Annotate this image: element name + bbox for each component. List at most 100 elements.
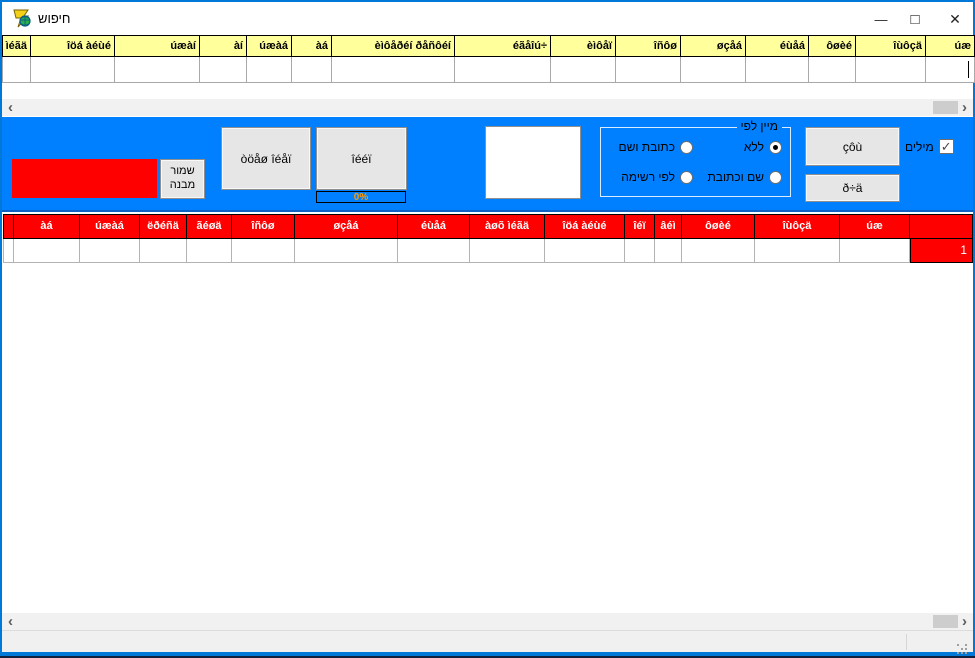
- search-cell[interactable]: [292, 57, 332, 83]
- result-cell[interactable]: [755, 239, 840, 263]
- search-cell-active[interactable]: [926, 57, 975, 83]
- search-cell[interactable]: [455, 57, 551, 83]
- results-grid-data-row: 1: [3, 239, 973, 263]
- window-title: חיפוש: [38, 11, 71, 26]
- scroll-right-icon[interactable]: ›: [956, 99, 973, 116]
- resize-grip[interactable]: [957, 644, 959, 646]
- column-header-lastname[interactable]: îùôçä: [856, 35, 926, 57]
- column-header-father[interactable]: àá: [292, 35, 332, 57]
- result-header-gender[interactable]: îéï: [625, 214, 655, 239]
- column-header-city[interactable]: éùåá: [746, 35, 809, 57]
- top-scrollbar-thumb[interactable]: [933, 101, 958, 114]
- search-cell[interactable]: [247, 57, 292, 83]
- column-header-father-id[interactable]: úæàá: [247, 35, 292, 57]
- result-cell[interactable]: [80, 239, 140, 263]
- radio-option-by-list[interactable]: לפי רשימה: [621, 170, 693, 184]
- result-count-cell: 1: [910, 239, 973, 263]
- maximize-icon[interactable]: □: [898, 7, 932, 31]
- column-header-phone[interactable]: èìôåï: [551, 35, 616, 57]
- radio-label: שם וכתובת: [707, 170, 764, 184]
- result-header-marital[interactable]: îöá àéùé: [545, 214, 625, 239]
- title-bar: חיפוש — □ ✕: [2, 2, 973, 33]
- search-cell[interactable]: [551, 57, 616, 83]
- result-cell[interactable]: [625, 239, 655, 263]
- result-header-lastname[interactable]: îùôçä: [755, 214, 840, 239]
- column-header-firstname[interactable]: ôøèé: [809, 35, 856, 57]
- result-cell[interactable]: [840, 239, 910, 263]
- result-cell[interactable]: [14, 239, 80, 263]
- result-cell[interactable]: [140, 239, 187, 263]
- radio-option-address-name[interactable]: כתובת ושם: [618, 140, 693, 154]
- radio-label: ללא: [743, 140, 764, 154]
- result-cell[interactable]: [187, 239, 232, 263]
- search-cell[interactable]: [616, 57, 681, 83]
- bottom-scrollbar[interactable]: ‹ ›: [2, 613, 973, 630]
- result-header-number[interactable]: îñôø: [232, 214, 295, 239]
- result-cell[interactable]: [655, 239, 682, 263]
- column-header-id[interactable]: úæ: [926, 35, 975, 57]
- column-header-mother[interactable]: àí: [200, 35, 247, 57]
- save-structure-button[interactable]: שמור מבנה: [160, 159, 205, 199]
- search-cell[interactable]: [2, 57, 31, 83]
- radio-option-none[interactable]: ללא: [744, 140, 782, 154]
- search-cell[interactable]: [681, 57, 746, 83]
- result-header-street[interactable]: øçåá: [295, 214, 398, 239]
- checkbox-icon[interactable]: ✓: [938, 139, 954, 154]
- clear-button[interactable]: ð÷ä: [805, 174, 900, 202]
- stop-sort-button[interactable]: òöåø îéåï: [221, 127, 311, 190]
- result-header-rowmarker[interactable]: [3, 214, 14, 239]
- result-cell[interactable]: [3, 239, 14, 263]
- result-header-apartment[interactable]: ãéøä: [187, 214, 232, 239]
- column-header-marital[interactable]: îöá àéùé: [31, 35, 115, 57]
- search-cell[interactable]: [31, 57, 115, 83]
- result-cell[interactable]: [682, 239, 755, 263]
- result-header-birth-country[interactable]: àøõ ìéãä: [470, 214, 545, 239]
- scroll-left-icon[interactable]: ‹: [2, 613, 19, 630]
- result-cell[interactable]: [398, 239, 470, 263]
- result-header-father[interactable]: àá: [14, 214, 80, 239]
- column-header-prefix[interactable]: éãåîú÷: [455, 35, 551, 57]
- search-cell[interactable]: [115, 57, 200, 83]
- bottom-scrollbar-thumb[interactable]: [933, 615, 958, 628]
- search-cell[interactable]: [332, 57, 455, 83]
- search-button[interactable]: çôù: [805, 127, 900, 166]
- sort-button[interactable]: îééï: [316, 127, 407, 190]
- toolbar-band: שמור מבנה òöåø îéåï îééï 0% מיין לפי ללא…: [2, 117, 973, 212]
- column-header-birth[interactable]: ìéãä: [2, 35, 31, 57]
- column-header-extra-phones[interactable]: èìôåðéí ðåñôéí: [332, 35, 455, 57]
- top-scrollbar[interactable]: ‹ ›: [2, 99, 973, 116]
- radio-option-name-address[interactable]: שם וכתובת: [707, 170, 782, 184]
- result-header-city[interactable]: éùåá: [398, 214, 470, 239]
- radio-icon[interactable]: [680, 170, 693, 184]
- search-cell[interactable]: [200, 57, 247, 83]
- column-header-mother-id[interactable]: úæàí: [115, 35, 200, 57]
- window-border-bottom: [0, 652, 975, 658]
- radio-icon[interactable]: [769, 170, 782, 184]
- result-header-age[interactable]: âéì: [655, 214, 682, 239]
- result-header-entrance[interactable]: ëðéñä: [140, 214, 187, 239]
- search-cell[interactable]: [856, 57, 926, 83]
- status-indicator-box: [12, 159, 157, 198]
- result-header-father-id[interactable]: úæàá: [80, 214, 140, 239]
- app-icon: [13, 9, 31, 28]
- radio-label: כתובת ושם: [618, 140, 675, 154]
- column-header-street[interactable]: øçåá: [681, 35, 746, 57]
- result-cell[interactable]: [545, 239, 625, 263]
- minimize-icon[interactable]: —: [864, 7, 898, 31]
- result-header-count[interactable]: [910, 214, 973, 239]
- result-cell[interactable]: [295, 239, 398, 263]
- result-header-firstname[interactable]: ôøèé: [682, 214, 755, 239]
- status-bar: [2, 630, 973, 652]
- search-cell[interactable]: [809, 57, 856, 83]
- result-cell[interactable]: [232, 239, 295, 263]
- scroll-left-icon[interactable]: ‹: [2, 99, 19, 116]
- result-cell[interactable]: [470, 239, 545, 263]
- words-checkbox-field[interactable]: מילים ✓: [905, 139, 954, 154]
- radio-icon[interactable]: [680, 140, 693, 154]
- result-header-id[interactable]: úæ: [840, 214, 910, 239]
- column-header-number[interactable]: îñôø: [616, 35, 681, 57]
- search-cell[interactable]: [746, 57, 809, 83]
- radio-icon[interactable]: [769, 140, 782, 154]
- scroll-right-icon[interactable]: ›: [956, 613, 973, 630]
- close-icon[interactable]: ✕: [938, 7, 972, 31]
